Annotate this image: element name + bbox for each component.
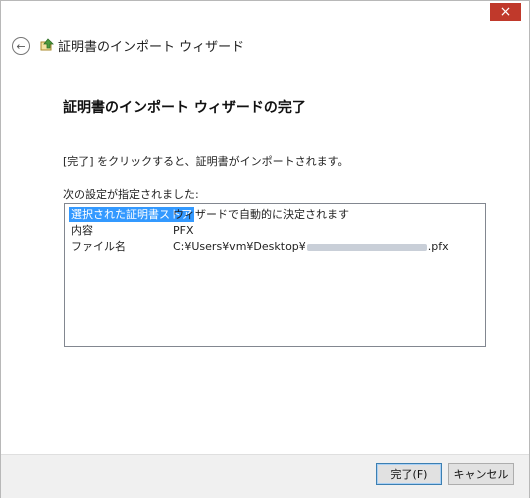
filename-prefix: C:¥Users¥vm¥Desktop¥: [173, 240, 306, 253]
certificate-wizard-icon: [40, 38, 54, 51]
title-bar: ×: [1, 1, 529, 31]
filename-suffix: .pfx: [427, 240, 449, 253]
settings-row-filename[interactable]: ファイル名 C:¥Users¥vm¥Desktop¥ .pfx: [69, 239, 479, 254]
wizard-header: ← 証明書のインポート ウィザード: [1, 31, 529, 61]
back-arrow-icon: ←: [16, 39, 26, 53]
settings-value: PFX: [173, 224, 194, 237]
settings-list[interactable]: 選択された証明書ストア ウィザードで自動的に決定されます 内容 PFX ファイル…: [64, 203, 486, 347]
wizard-window: × ← 証明書のインポート ウィザード 証明書のインポート ウィザードの完了 […: [0, 0, 530, 498]
footer-bar: 完了(F) キャンセル: [1, 454, 529, 498]
settings-value: ウィザードで自動的に決定されます: [173, 208, 349, 221]
close-icon: ×: [499, 4, 512, 20]
settings-key: 内容: [71, 224, 93, 237]
page-heading: 証明書のインポート ウィザードの完了: [63, 100, 306, 116]
settings-key: ファイル名: [71, 240, 126, 253]
wizard-title: 証明書のインポート ウィザード: [58, 40, 245, 55]
settings-label: 次の設定が指定されました:: [63, 188, 199, 201]
settings-row-content[interactable]: 内容 PFX: [69, 223, 479, 238]
settings-row-store[interactable]: 選択された証明書ストア ウィザードで自動的に決定されます: [69, 207, 479, 222]
finish-button[interactable]: 完了(F): [376, 463, 442, 485]
close-button[interactable]: ×: [490, 3, 521, 21]
back-button[interactable]: ←: [12, 37, 30, 55]
cancel-button[interactable]: キャンセル: [448, 463, 514, 485]
settings-value-filename: C:¥Users¥vm¥Desktop¥ .pfx: [173, 239, 449, 254]
redacted-filename: [306, 243, 427, 251]
content-panel: 証明書のインポート ウィザードの完了 [完了] をクリックすると、証明書がインポ…: [12, 65, 519, 454]
instruction-text: [完了] をクリックすると、証明書がインポートされます。: [63, 155, 349, 168]
